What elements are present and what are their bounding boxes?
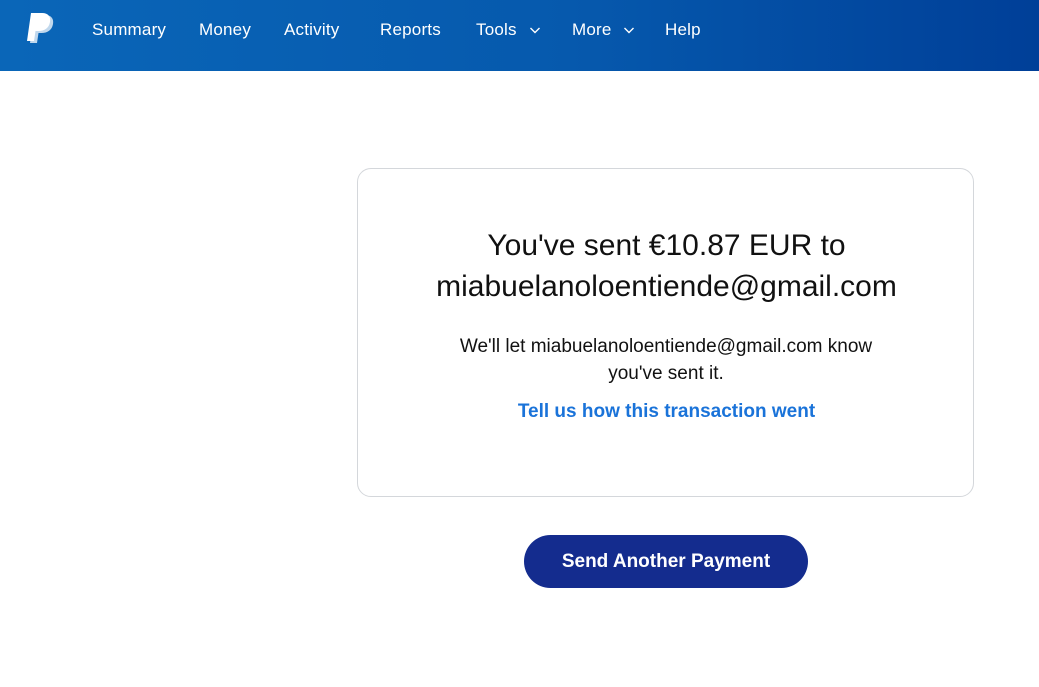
headline-recipient: miabuelanoloentiende@gmail.com — [436, 270, 897, 303]
chevron-down-icon — [624, 27, 635, 34]
nav-summary[interactable]: Summary — [92, 0, 166, 71]
send-another-payment-button[interactable]: Send Another Payment — [524, 535, 808, 588]
nav-activity-label: Activity — [284, 20, 340, 39]
top-nav-bar: Summary Money Activity Reports Tools Mor… — [0, 0, 1039, 71]
nav-money-label: Money — [199, 20, 252, 39]
notice-line-2: you've sent it. — [608, 363, 724, 384]
confirmation-card: You've sent €10.87 EUR to miabuelanoloen… — [357, 168, 974, 497]
nav-more-label: More — [572, 20, 612, 39]
feedback-link-label: Tell us how this transaction went — [517, 401, 816, 422]
paypal-logo[interactable] — [26, 13, 56, 47]
nav-more[interactable]: More — [572, 0, 635, 71]
send-another-payment-label: Send Another Payment — [561, 551, 771, 572]
nav-summary-label: Summary — [92, 20, 167, 39]
headline-amount: You've sent €10.87 EUR to — [487, 229, 846, 262]
feedback-link[interactable]: Tell us how this transaction went — [358, 401, 975, 423]
nav-reports-label: Reports — [380, 20, 441, 39]
nav-money[interactable]: Money — [199, 0, 251, 71]
notice-line-1: We'll let miabuelanoloentiende@gmail.com… — [459, 336, 873, 357]
chevron-down-icon — [529, 27, 540, 34]
nav-tools[interactable]: Tools — [476, 0, 541, 71]
nav-reports[interactable]: Reports — [380, 0, 441, 71]
nav-help[interactable]: Help — [665, 0, 701, 71]
nav-activity[interactable]: Activity — [284, 0, 339, 71]
recipient-notice: We'll let miabuelanoloentiende@gmail.com… — [416, 333, 916, 387]
nav-help-label: Help — [665, 20, 701, 39]
nav-tools-label: Tools — [476, 20, 517, 39]
confirmation-headline: You've sent €10.87 EUR to miabuelanoloen… — [358, 225, 975, 307]
